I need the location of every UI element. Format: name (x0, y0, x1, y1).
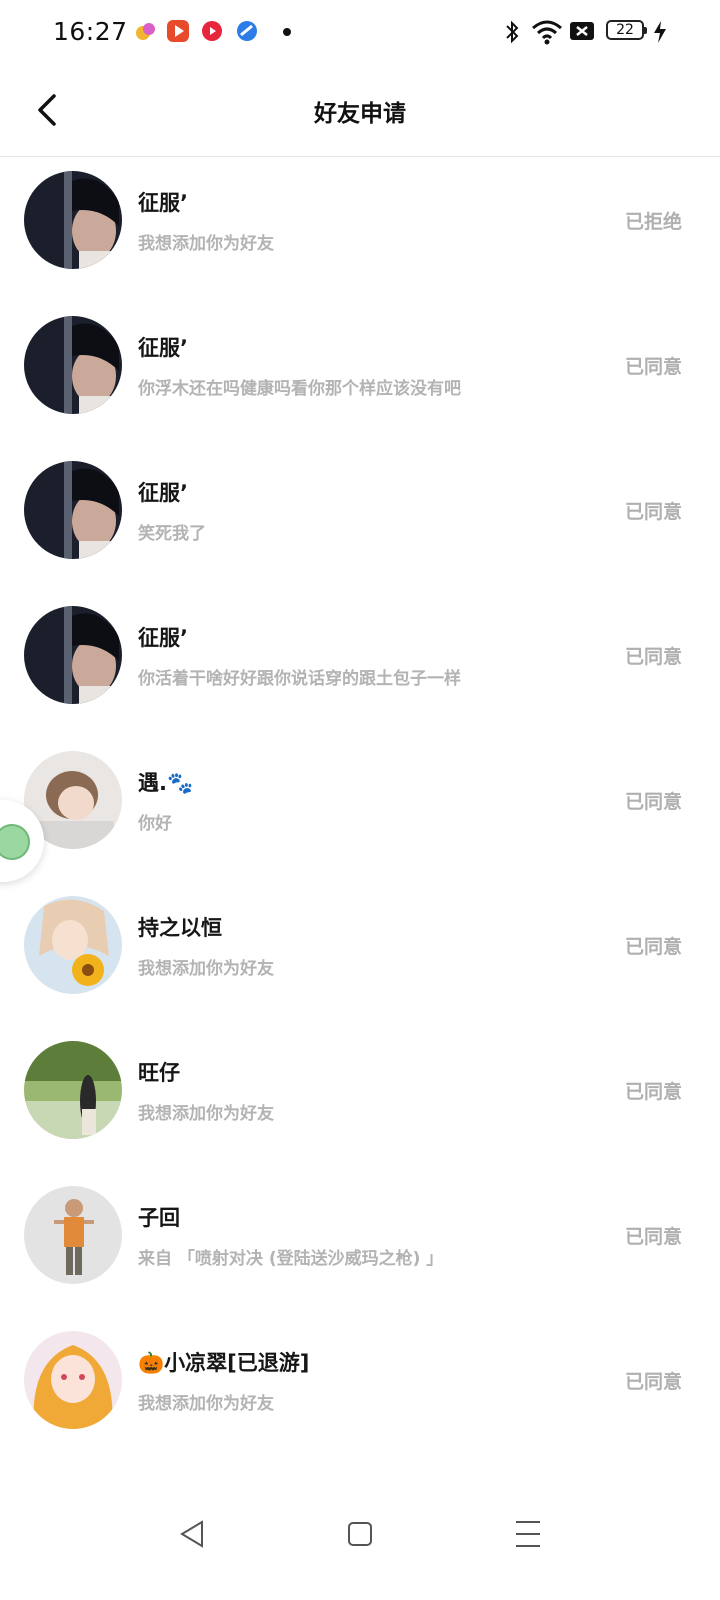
request-message: 我想添加你为好友 (138, 1104, 274, 1124)
page-header: 好友申请 (0, 64, 720, 157)
request-message: 我想添加你为好友 (138, 959, 274, 979)
requester-name: 子回 (138, 1206, 180, 1230)
avatar[interactable] (24, 1331, 122, 1429)
request-row[interactable]: 征服ʼ 笑死我了 已同意 (0, 447, 720, 592)
requester-name: 征服ʼ (138, 481, 188, 505)
video-app-icon (167, 20, 189, 42)
requester-name: 旺仔 (138, 1061, 180, 1085)
avatar[interactable] (24, 896, 122, 994)
request-status: 已同意 (624, 356, 682, 378)
square-home-icon (348, 1522, 372, 1546)
music-app-icon (201, 20, 223, 42)
chat-bubble-icon (0, 824, 30, 860)
request-message: 我想添加你为好友 (138, 1394, 274, 1414)
requester-name: 征服ʼ (138, 626, 188, 650)
avatar[interactable] (24, 1041, 122, 1139)
request-status: 已同意 (624, 936, 682, 958)
request-row[interactable]: 子回 来自 「喷射对决 (登陆送沙威玛之枪) 」 已同意 (0, 1172, 720, 1317)
request-message: 笑死我了 (138, 524, 206, 544)
request-message: 你好 (138, 814, 172, 834)
no-sim-icon (569, 18, 595, 46)
nav-recents-button[interactable] (498, 1504, 558, 1564)
charging-icon (652, 18, 668, 46)
nav-back-button[interactable] (162, 1504, 222, 1564)
page-title: 好友申请 (314, 101, 406, 127)
triangle-back-icon (180, 1520, 203, 1548)
system-nav-bar (0, 1482, 720, 1600)
request-status: 已同意 (624, 646, 682, 668)
menu-lines-icon (516, 1521, 540, 1547)
requester-name: 遇.🐾 (138, 771, 194, 795)
avatar[interactable] (24, 316, 122, 414)
avatar[interactable] (24, 171, 122, 269)
request-row[interactable]: 征服ʼ 我想添加你为好友 已拒绝 (0, 157, 720, 302)
avatar[interactable] (24, 1186, 122, 1284)
requester-name: 🎃小凉翠[已退游] (138, 1351, 310, 1375)
avatar[interactable] (24, 461, 122, 559)
requester-name: 征服ʼ (138, 336, 188, 360)
request-message: 来自 「喷射对决 (登陆送沙威玛之枪) 」 (138, 1249, 444, 1269)
request-row[interactable]: 征服ʼ 你活着干啥好好跟你说话穿的跟土包子一样 已同意 (0, 592, 720, 737)
more-notifications-dot (283, 28, 291, 36)
nav-home-button[interactable] (330, 1504, 390, 1564)
status-time: 16:27 (53, 17, 128, 46)
browser-app-icon (236, 20, 258, 42)
request-row[interactable]: 旺仔 我想添加你为好友 已同意 (0, 1027, 720, 1172)
request-row[interactable]: 持之以恒 我想添加你为好友 已同意 (0, 882, 720, 1027)
request-status: 已同意 (624, 791, 682, 813)
requester-name: 持之以恒 (138, 916, 222, 940)
request-message: 你浮木还在吗健康吗看你那个样应该没有吧 (138, 379, 461, 399)
request-message: 我想添加你为好友 (138, 234, 274, 254)
request-row[interactable]: 遇.🐾 你好 已同意 (0, 737, 720, 882)
request-message: 你活着干啥好好跟你说话穿的跟土包子一样 (138, 669, 461, 689)
status-bar: 16:27 22 (0, 0, 720, 64)
requester-name: 征服ʼ (138, 191, 188, 215)
avatar[interactable] (24, 606, 122, 704)
bluetooth-icon (503, 18, 521, 46)
request-status: 已同意 (624, 1081, 682, 1103)
battery-indicator: 22 (606, 20, 647, 40)
request-status: 已同意 (624, 501, 682, 523)
request-row[interactable]: 征服ʼ 你浮木还在吗健康吗看你那个样应该没有吧 已同意 (0, 302, 720, 447)
request-status: 已同意 (624, 1371, 682, 1393)
wifi-icon (531, 18, 563, 46)
request-status: 已拒绝 (624, 211, 682, 233)
app-notification-icon-1 (135, 20, 157, 42)
request-row[interactable]: 🎃小凉翠[已退游] 我想添加你为好友 已同意 (0, 1317, 720, 1462)
request-status: 已同意 (624, 1226, 682, 1248)
